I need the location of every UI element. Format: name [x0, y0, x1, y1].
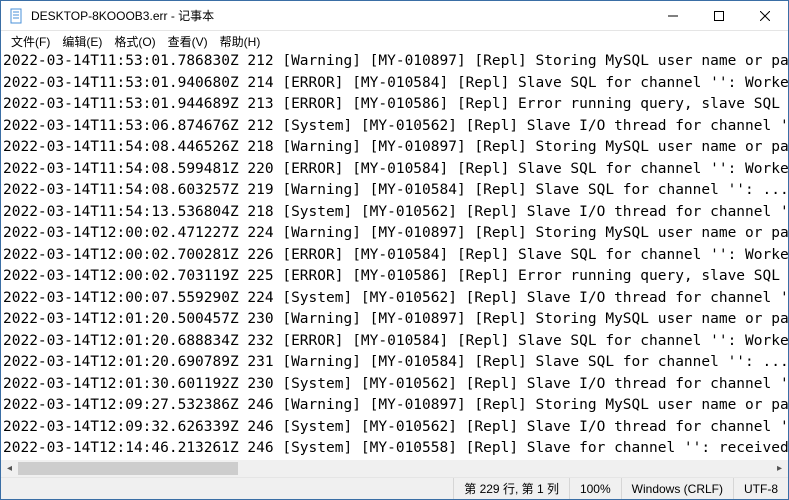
- log-line[interactable]: 2022-03-14T12:01:20.690789Z 231 [Warning…: [3, 352, 786, 374]
- menu-format[interactable]: 格式(O): [108, 31, 161, 52]
- menu-bar: 文件(F) 编辑(E) 格式(O) 查看(V) 帮助(H): [1, 31, 788, 51]
- window-title: DESKTOP-8KOOOB3.err - 记事本: [31, 7, 650, 24]
- editor-area[interactable]: 2022-03-14T11:53:01.786830Z 212 [Warning…: [1, 51, 788, 477]
- menu-view[interactable]: 查看(V): [162, 31, 214, 52]
- status-bar: 第 229 行, 第 1 列 100% Windows (CRLF) UTF-8: [1, 477, 788, 499]
- close-button[interactable]: [742, 1, 788, 31]
- horizontal-scrollbar[interactable]: ◂ ▸: [1, 460, 788, 477]
- menu-help[interactable]: 帮助(H): [214, 31, 267, 52]
- status-position: 第 229 行, 第 1 列: [453, 478, 569, 499]
- log-line[interactable]: 2022-03-14T11:53:01.944689Z 213 [ERROR] …: [3, 94, 786, 116]
- log-line[interactable]: 2022-03-14T12:00:02.703119Z 225 [ERROR] …: [3, 266, 786, 288]
- log-line[interactable]: 2022-03-14T12:00:07.559290Z 224 [System]…: [3, 288, 786, 310]
- log-line[interactable]: 2022-03-14T11:53:01.940680Z 214 [ERROR] …: [3, 73, 786, 95]
- log-line[interactable]: 2022-03-14T11:54:13.536804Z 218 [System]…: [3, 202, 786, 224]
- status-encoding: UTF-8: [733, 478, 788, 499]
- log-line[interactable]: 2022-03-14T12:09:32.626339Z 246 [System]…: [3, 417, 786, 439]
- scrollbar-track[interactable]: [18, 460, 771, 477]
- log-line[interactable]: 2022-03-14T12:00:02.700281Z 226 [ERROR] …: [3, 245, 786, 267]
- text-content[interactable]: 2022-03-14T11:53:01.786830Z 212 [Warning…: [1, 51, 788, 460]
- log-line[interactable]: 2022-03-14T12:01:30.601192Z 230 [System]…: [3, 374, 786, 396]
- notepad-icon: [9, 8, 25, 24]
- maximize-icon: [714, 11, 724, 21]
- log-line[interactable]: 2022-03-14T11:53:01.786830Z 212 [Warning…: [3, 51, 786, 73]
- log-line[interactable]: 2022-03-14T12:09:27.532386Z 246 [Warning…: [3, 395, 786, 417]
- log-line[interactable]: 2022-03-14T11:54:08.599481Z 220 [ERROR] …: [3, 159, 786, 181]
- log-line[interactable]: 2022-03-14T11:53:06.874676Z 212 [System]…: [3, 116, 786, 138]
- minimize-button[interactable]: [650, 1, 696, 31]
- title-bar[interactable]: DESKTOP-8KOOOB3.err - 记事本: [1, 1, 788, 31]
- log-line[interactable]: 2022-03-14T12:01:20.500457Z 230 [Warning…: [3, 309, 786, 331]
- log-line[interactable]: 2022-03-14T12:14:46.213261Z 246 [System]…: [3, 438, 786, 460]
- minimize-icon: [668, 11, 678, 21]
- close-icon: [760, 11, 770, 21]
- maximize-button[interactable]: [696, 1, 742, 31]
- status-zoom: 100%: [569, 478, 621, 499]
- scroll-right-arrow-icon[interactable]: ▸: [771, 460, 788, 477]
- menu-edit[interactable]: 编辑(E): [56, 31, 108, 52]
- log-line[interactable]: 2022-03-14T11:54:08.603257Z 219 [Warning…: [3, 180, 786, 202]
- log-line[interactable]: 2022-03-14T12:01:20.688834Z 232 [ERROR] …: [3, 331, 786, 353]
- menu-file[interactable]: 文件(F): [5, 31, 56, 52]
- scroll-left-arrow-icon[interactable]: ◂: [1, 460, 18, 477]
- log-line[interactable]: 2022-03-14T11:54:08.446526Z 218 [Warning…: [3, 137, 786, 159]
- status-line-ending: Windows (CRLF): [621, 478, 733, 499]
- notepad-window: DESKTOP-8KOOOB3.err - 记事本 文件(F) 编辑(E) 格式…: [0, 0, 789, 500]
- log-line[interactable]: 2022-03-14T12:00:02.471227Z 224 [Warning…: [3, 223, 786, 245]
- scrollbar-thumb[interactable]: [18, 462, 238, 475]
